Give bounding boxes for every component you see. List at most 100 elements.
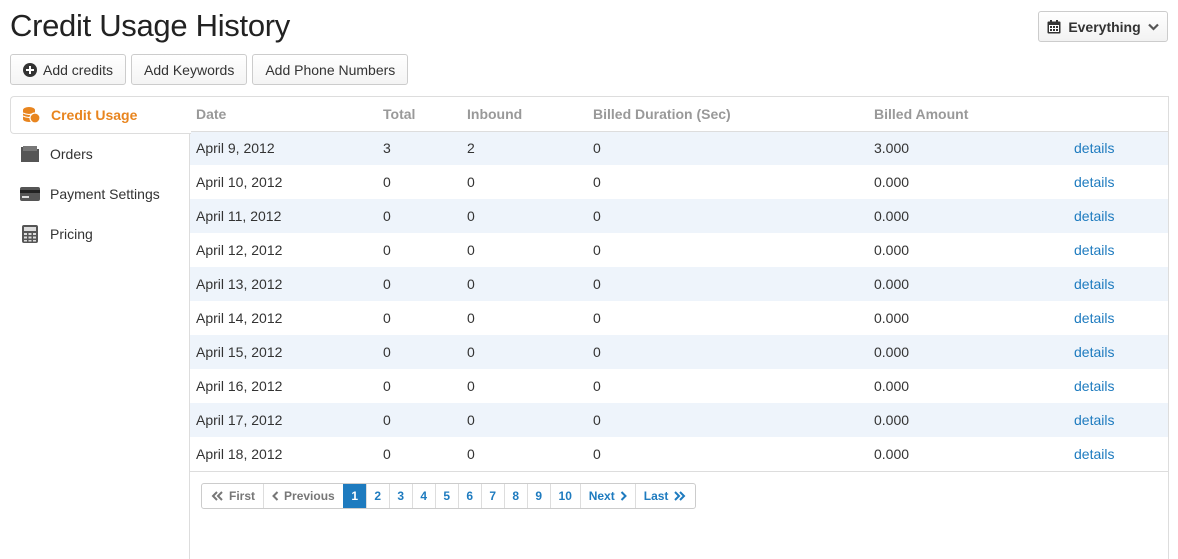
cell-duration: 0 <box>587 335 868 369</box>
cell-total: 0 <box>383 446 391 462</box>
header-billed-amount[interactable]: Billed Amount <box>868 97 1068 131</box>
pagination-page-7[interactable]: 7 <box>480 484 504 508</box>
cell-date: April 16, 2012 <box>196 378 283 394</box>
table-row: April 16, 2012 0 0 0 0.000 details <box>190 369 1168 403</box>
cell-duration: 0 <box>593 174 601 190</box>
details-link[interactable]: details <box>1068 335 1168 369</box>
coins-icon <box>21 105 41 125</box>
cell-total: 0 <box>383 378 391 394</box>
pagination-page-3[interactable]: 3 <box>388 484 412 508</box>
cell-total: 3 <box>377 131 461 165</box>
table-row: April 13, 2012 0 0 0 0.000 details <box>190 267 1168 301</box>
pagination-page-8[interactable]: 8 <box>503 484 527 508</box>
pagination-page-6[interactable]: 6 <box>457 484 481 508</box>
sidebar-item-credit-usage[interactable]: Credit Usage <box>10 96 191 134</box>
add-keywords-button[interactable]: Add Keywords <box>131 54 248 85</box>
pagination-next[interactable]: Next <box>579 484 635 508</box>
details-link[interactable]: details <box>1068 369 1168 403</box>
pagination-first[interactable]: First <box>202 484 263 508</box>
table-row: April 11, 2012 0 0 0 0.000 details <box>190 199 1168 233</box>
page-title: Credit Usage History <box>10 8 290 43</box>
cell-duration: 0 <box>587 131 868 165</box>
cell-duration: 0 <box>593 242 601 258</box>
cell-duration: 0 <box>593 310 601 326</box>
header-total[interactable]: Total <box>377 97 461 131</box>
details-link[interactable]: details <box>1068 301 1168 335</box>
cell-date: April 12, 2012 <box>196 242 283 258</box>
cell-duration: 0 <box>587 199 868 233</box>
table-row: April 14, 2012 0 0 0 0.000 details <box>190 301 1168 335</box>
table-body: April 9, 2012 3 2 0 3.000 details April … <box>190 131 1168 471</box>
cell-inbound: 2 <box>461 131 587 165</box>
details-link[interactable]: details <box>1068 165 1168 199</box>
content-panel: Date Total Inbound Billed Duration (Sec)… <box>189 96 1169 559</box>
cell-total: 0 <box>383 174 391 190</box>
table-row: April 12, 2012 0 0 0 0.000 details <box>190 233 1168 267</box>
cell-inbound: 0 <box>461 199 587 233</box>
cell-amount: 0.000 <box>874 446 910 462</box>
sidebar-item-payment-settings[interactable]: Payment Settings <box>10 174 190 214</box>
pagination-page-1[interactable]: 1 <box>342 484 366 508</box>
details-link[interactable]: details <box>1068 437 1168 471</box>
pagination-last-label: Last <box>643 489 669 503</box>
pagination-next-label: Next <box>588 489 615 503</box>
double-chevron-right-icon <box>674 491 686 501</box>
sidebar-item-pricing[interactable]: Pricing <box>10 214 190 254</box>
cell-inbound: 0 <box>461 267 587 301</box>
cell-total: 0 <box>377 199 461 233</box>
table-divider <box>190 471 1168 472</box>
header-date[interactable]: Date <box>190 97 377 131</box>
pagination-previous-label: Previous <box>284 489 335 503</box>
cell-inbound: 0 <box>467 174 475 190</box>
details-link[interactable]: details <box>1068 131 1168 165</box>
cell-inbound: 0 <box>467 242 475 258</box>
pagination-last[interactable]: Last <box>634 484 696 508</box>
pagination-page-2[interactable]: 2 <box>365 484 389 508</box>
cell-date: April 10, 2012 <box>196 174 283 190</box>
credit-usage-table: Date Total Inbound Billed Duration (Sec)… <box>190 97 1168 471</box>
cell-date: April 11, 2012 <box>190 199 377 233</box>
double-chevron-left-icon <box>211 491 223 501</box>
sidebar-item-label: Payment Settings <box>50 186 160 202</box>
cell-total: 0 <box>377 403 461 437</box>
add-phone-numbers-button[interactable]: Add Phone Numbers <box>252 54 409 85</box>
cell-duration: 0 <box>593 378 601 394</box>
chevron-left-icon <box>272 491 279 501</box>
pagination-page-10[interactable]: 10 <box>549 484 580 508</box>
cell-amount: 0.000 <box>874 242 910 258</box>
pagination-page-5[interactable]: 5 <box>434 484 458 508</box>
cell-inbound: 0 <box>461 335 587 369</box>
cell-duration: 0 <box>587 267 868 301</box>
cell-inbound: 0 <box>467 310 475 326</box>
cell-amount: 3.000 <box>868 131 1068 165</box>
details-link[interactable]: details <box>1068 199 1168 233</box>
table-row: April 15, 2012 0 0 0 0.000 details <box>190 335 1168 369</box>
cell-date: April 17, 2012 <box>190 403 377 437</box>
details-link[interactable]: details <box>1068 403 1168 437</box>
cell-inbound: 0 <box>467 446 475 462</box>
plus-circle-icon <box>23 62 37 77</box>
table-row: April 10, 2012 0 0 0 0.000 details <box>190 165 1168 199</box>
cell-date: April 15, 2012 <box>190 335 377 369</box>
pagination-previous[interactable]: Previous <box>263 484 343 508</box>
details-link[interactable]: details <box>1068 267 1168 301</box>
calendar-icon <box>1047 19 1061 33</box>
header-inbound[interactable]: Inbound <box>461 97 587 131</box>
cell-total: 0 <box>383 242 391 258</box>
cell-date: April 13, 2012 <box>190 267 377 301</box>
cell-duration: 0 <box>593 446 601 462</box>
sidebar-item-orders[interactable]: Orders <box>10 134 190 174</box>
filter-dropdown[interactable]: Everything <box>1038 11 1168 42</box>
add-credits-label: Add credits <box>43 61 114 78</box>
cell-inbound: 0 <box>461 403 587 437</box>
table-header-row: Date Total Inbound Billed Duration (Sec)… <box>190 97 1168 131</box>
pagination-page-9[interactable]: 9 <box>526 484 550 508</box>
cell-amount: 0.000 <box>874 174 910 190</box>
folder-icon <box>20 144 40 164</box>
pagination-page-4[interactable]: 4 <box>411 484 435 508</box>
action-bar: Add credits Add Keywords Add Phone Numbe… <box>10 54 409 85</box>
details-link[interactable]: details <box>1068 233 1168 267</box>
cell-amount: 0.000 <box>868 403 1068 437</box>
add-credits-button[interactable]: Add credits <box>10 54 127 85</box>
header-billed-duration[interactable]: Billed Duration (Sec) <box>587 97 868 131</box>
